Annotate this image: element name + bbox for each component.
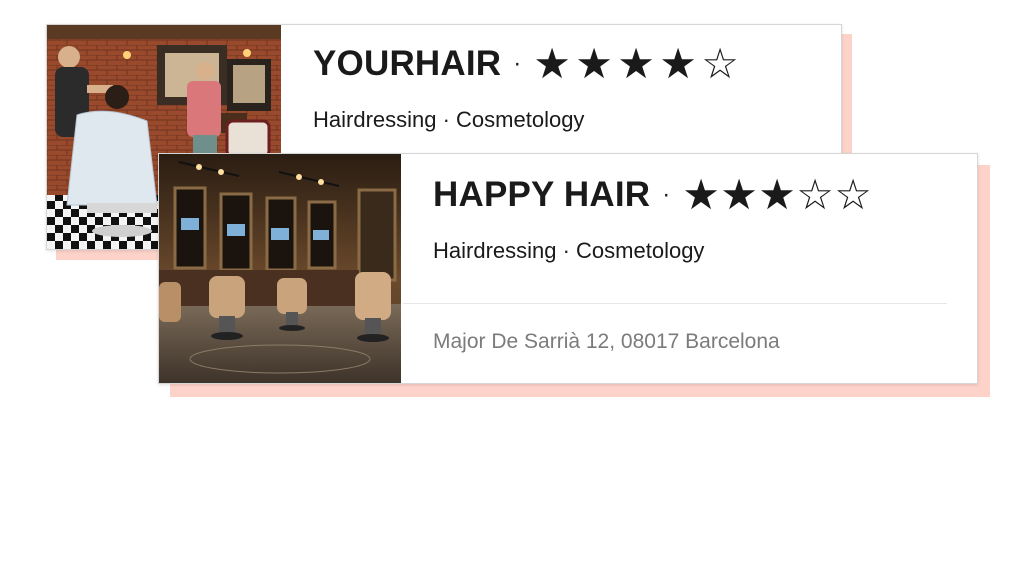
rating-stars: ★ ★ ★ ☆ ☆ <box>682 174 872 216</box>
title-row: HAPPY HAIR · ★ ★ ★ ☆ ☆ <box>433 174 872 216</box>
star-filled-icon: ★ <box>659 40 697 87</box>
title-separator: · <box>662 181 671 208</box>
star-filled-icon: ★ <box>617 40 655 87</box>
business-categories: Hairdressing · Cosmetology <box>313 107 585 132</box>
star-empty-icon: ☆ <box>796 171 834 218</box>
star-filled-icon: ★ <box>758 171 796 218</box>
star-filled-icon: ★ <box>533 40 571 87</box>
star-empty-icon: ☆ <box>834 171 872 218</box>
business-address[interactable]: Major De Sarrià 12, 08017 Barcelona <box>433 330 780 354</box>
business-name[interactable]: YOURHAIR <box>313 44 501 84</box>
card-body[interactable]: HAPPY HAIR · ★ ★ ★ ☆ ☆ Hairdressing · Co… <box>158 153 978 384</box>
salon-interior-photo <box>159 154 401 383</box>
card-info: HAPPY HAIR · ★ ★ ★ ☆ ☆ Hairdressing · Co… <box>433 174 872 264</box>
title-separator: · <box>513 50 522 77</box>
star-filled-icon: ★ <box>682 171 720 218</box>
divider <box>403 303 947 304</box>
star-filled-icon: ★ <box>720 171 758 218</box>
rating-stars: ★ ★ ★ ★ ☆ <box>533 43 743 85</box>
business-name[interactable]: HAPPY HAIR <box>433 175 650 215</box>
card-info: YOURHAIR · ★ ★ ★ ★ ☆ Hairdressing · Cosm… <box>313 43 743 133</box>
business-categories: Hairdressing · Cosmetology <box>433 238 705 263</box>
star-empty-icon: ☆ <box>701 40 739 87</box>
star-filled-icon: ★ <box>575 40 613 87</box>
title-row: YOURHAIR · ★ ★ ★ ★ ☆ <box>313 43 743 85</box>
